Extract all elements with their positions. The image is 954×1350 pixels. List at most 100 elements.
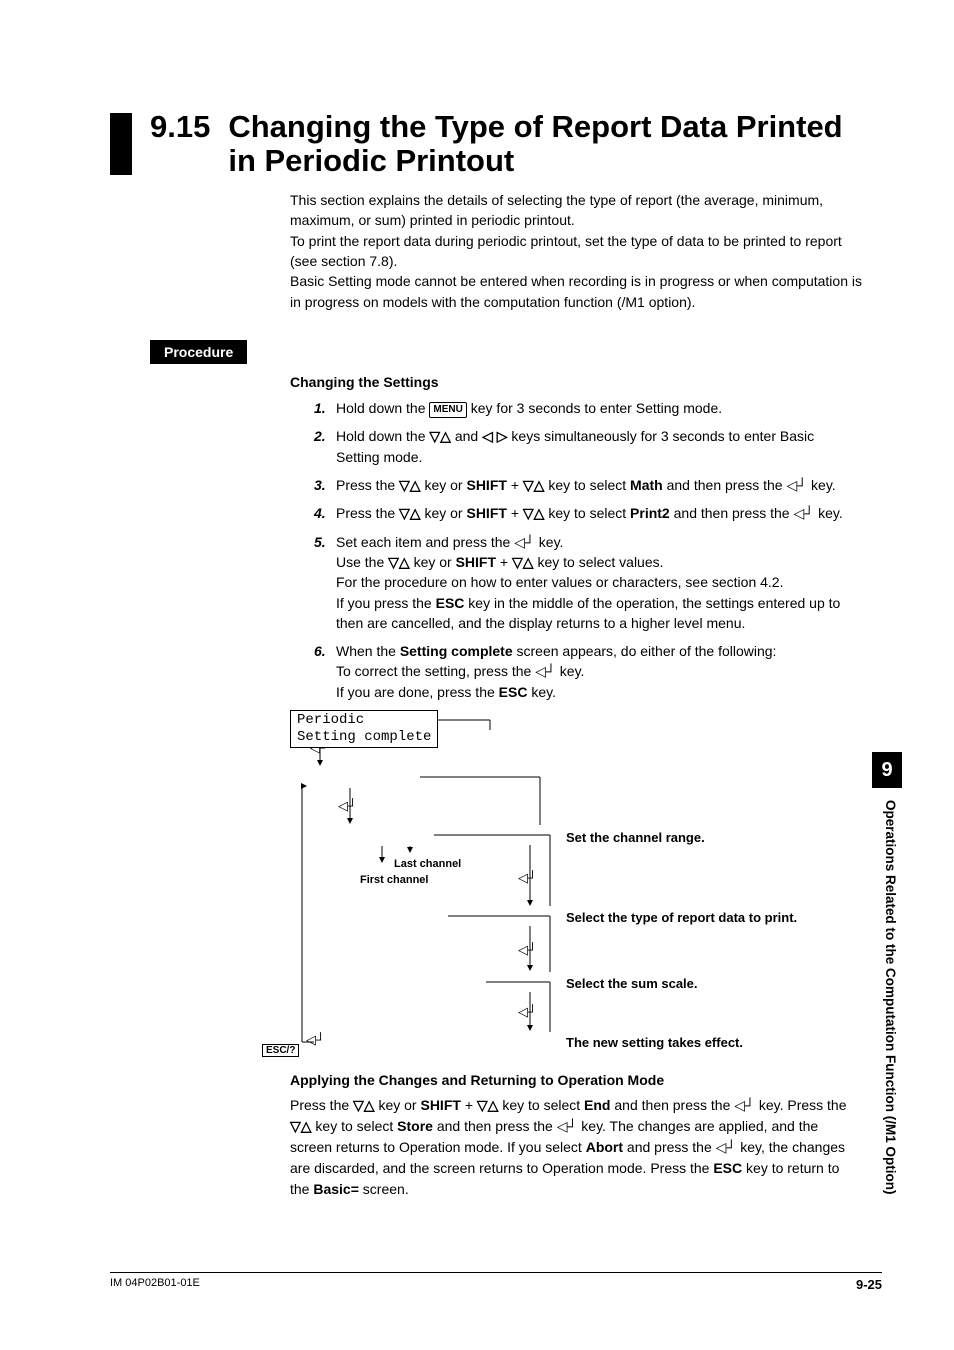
step-2: 2. Hold down the ▽△ and ◁ ▷ keys simulta… <box>314 426 844 467</box>
step-text: Press the ▽△ key or SHIFT + ▽△ key to se… <box>336 475 844 495</box>
sel: End <box>584 1097 610 1113</box>
enter-key-icon: ◁┘ <box>518 1004 537 1020</box>
shift-key: SHIFT <box>420 1097 460 1113</box>
flow-lines <box>290 710 850 1070</box>
flow-box-complete: Periodic Setting complete <box>290 710 438 748</box>
intro-p3: Basic Setting mode cannot be entered whe… <box>290 271 864 312</box>
subhead-changing-settings: Changing the Settings <box>290 374 864 390</box>
t: Press the <box>336 477 399 493</box>
cap-new-setting: The new setting takes effect. <box>566 1035 743 1050</box>
enter-key-icon: ◁┘ <box>557 1118 578 1134</box>
step-text: Hold down the MENU key for 3 seconds to … <box>336 398 844 419</box>
cap-select-sum-scale: Select the sum scale. <box>566 976 698 991</box>
footer-page-number: 9-25 <box>856 1277 882 1292</box>
t: If you are done, press the <box>336 684 499 700</box>
footer-doc-id: IM 04P02B01-01E <box>110 1277 200 1292</box>
t: For the procedure on how to enter values… <box>336 574 783 590</box>
step-num: 6. <box>314 641 336 702</box>
t: Press the <box>336 505 399 521</box>
t: and press the <box>623 1139 716 1155</box>
updown-key-icon: ▽△ <box>523 477 545 493</box>
t: Set each item and press the <box>336 534 514 550</box>
t: key or <box>410 554 456 570</box>
t: key to select <box>312 1118 398 1134</box>
sel: Basic= <box>313 1181 359 1197</box>
t: When the <box>336 643 400 659</box>
t: key or <box>421 505 467 521</box>
step-6: 6. When the Setting complete screen appe… <box>314 641 844 702</box>
sel: Print2 <box>630 505 670 521</box>
side-chapter-tab: 9 <box>872 752 902 788</box>
updown-key-icon: ▽△ <box>399 477 421 493</box>
t: and then press the <box>611 1097 735 1113</box>
enter-key-icon: ◁┘ <box>306 1032 325 1048</box>
intro-p1: This section explains the details of sel… <box>290 190 864 231</box>
section-number: 9.15 <box>150 110 210 144</box>
flow-diagram: ◁┘ ◁┘ ◁┘ ◁┘ ◁┘ ◁┘ ESC/? Basic=Math Math=… <box>290 710 864 1070</box>
section-heading: 9.15 Changing the Type of Report Data Pr… <box>110 110 864 178</box>
enter-key-icon: ◁┘ <box>338 798 357 814</box>
t: key. <box>814 505 843 521</box>
updown-key-icon: ▽△ <box>523 505 545 521</box>
cap-set-channel-range: Set the channel range. <box>566 830 705 845</box>
updown-key-icon: ▽△ <box>290 1118 312 1134</box>
step-num: 2. <box>314 426 336 467</box>
steps-list: 1. Hold down the MENU key for 3 seconds … <box>290 398 864 702</box>
enter-key-icon: ◁┘ <box>535 663 556 679</box>
t: and then press the <box>670 505 794 521</box>
procedure-label: Procedure <box>150 340 247 364</box>
t: Setting complete <box>297 729 431 745</box>
step-text: Press the ▽△ key or SHIFT + ▽△ key to se… <box>336 503 844 523</box>
step-5: 5. Set each item and press the ◁┘ key. U… <box>314 532 844 633</box>
t: key to select <box>544 477 630 493</box>
shift-key: SHIFT <box>466 505 506 521</box>
step-text: Hold down the ▽△ and ◁ ▷ keys simultaneo… <box>336 426 844 467</box>
step-4: 4. Press the ▽△ key or SHIFT + ▽△ key to… <box>314 503 844 523</box>
t: Hold down the <box>336 400 429 416</box>
sel: Store <box>397 1118 433 1134</box>
apply-text: Press the ▽△ key or SHIFT + ▽△ key to se… <box>290 1095 854 1200</box>
intro-p2: To print the report data during periodic… <box>290 231 864 272</box>
t: screen. <box>359 1181 409 1197</box>
menu-key-icon: MENU <box>429 402 466 419</box>
t: key. <box>556 663 585 679</box>
side-chapter-label: Operations Related to the Computation Fu… <box>872 800 902 1240</box>
cap-last-channel: Last channel <box>394 858 461 870</box>
sel: Math <box>630 477 663 493</box>
t: key. <box>527 684 556 700</box>
step-num: 4. <box>314 503 336 523</box>
enter-key-icon: ◁┘ <box>716 1139 737 1155</box>
section-marker-bar <box>110 113 132 175</box>
enter-key-icon: ◁┘ <box>734 1097 755 1113</box>
enter-key-icon: ◁┘ <box>514 534 535 550</box>
step-num: 3. <box>314 475 336 495</box>
updown-key-icon: ▽△ <box>512 554 534 570</box>
intro-block: This section explains the details of sel… <box>290 190 864 312</box>
t: Press the <box>290 1097 353 1113</box>
sel: Abort <box>586 1139 623 1155</box>
t: Hold down the <box>336 428 429 444</box>
step-3: 3. Press the ▽△ key or SHIFT + ▽△ key to… <box>314 475 844 495</box>
step-text: When the Setting complete screen appears… <box>336 641 844 702</box>
t: key. <box>535 534 564 550</box>
cap-first-channel: First channel <box>360 874 428 886</box>
esc-key: ESC <box>499 684 528 700</box>
t: key or <box>421 477 467 493</box>
updown-key-icon: ▽△ <box>399 505 421 521</box>
enter-key-icon: ◁┘ <box>794 505 815 521</box>
updown-key-icon: ▽△ <box>429 428 451 444</box>
t: key for 3 seconds to enter Setting mode. <box>467 400 722 416</box>
t: If you press the <box>336 595 436 611</box>
shift-key: SHIFT <box>466 477 506 493</box>
updown-key-icon: ▽△ <box>388 554 410 570</box>
section-title: Changing the Type of Report Data Printed… <box>228 110 864 178</box>
t: and then press the <box>433 1118 557 1134</box>
shift-key: SHIFT <box>456 554 496 570</box>
t: key or <box>375 1097 421 1113</box>
cap-select-report-type: Select the type of report data to print. <box>566 910 797 925</box>
step-num: 5. <box>314 532 336 633</box>
esc-key-icon: ESC/? <box>262 1044 299 1057</box>
step-1: 1. Hold down the MENU key for 3 seconds … <box>314 398 844 419</box>
t: key. Press the <box>755 1097 847 1113</box>
t: Periodic <box>297 712 364 728</box>
